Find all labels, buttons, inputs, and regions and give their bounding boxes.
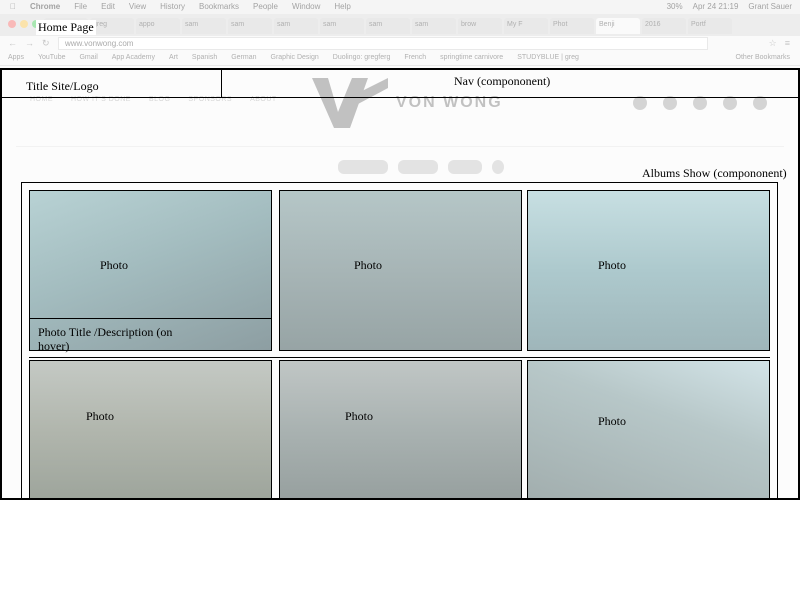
logo-nav-divider [221,68,222,98]
reload-icon[interactable]: ↻ [42,38,50,49]
star-icon[interactable]: ☆ [769,38,777,49]
mac-menu-bar:  Chrome File Edit View History Bookmarks Peop… [0,0,800,14]
status-area: 30% Apr 24 21:19 Grant Sauer [667,2,792,11]
browser-tab[interactable]: sam [412,18,456,34]
mac-menu-item[interactable]: People [253,2,278,11]
browser-tab[interactable]: sam [182,18,226,34]
bookmark-item[interactable]: Spanish [192,54,217,61]
albums-container [21,182,778,500]
browser-tabs: capsgregapposamsamsamsamsamsambrowMy FPh… [44,18,732,34]
bookmark-item[interactable]: Art [169,54,178,61]
page-label: Home Page [36,20,96,35]
browser-tab[interactable]: appo [136,18,180,34]
mac-menu-item[interactable]: Help [334,2,350,11]
back-icon[interactable]: ← [8,38,17,49]
address-bar-row: ← → ↻ www.vonwong.com ☆ ≡ [0,36,800,52]
logo-label: Title Site/Logo [26,79,99,93]
tab-strip: capsgregapposamsamsamsamsamsambrowMy FPh… [0,14,800,36]
bookmark-item[interactable]: YouTube [38,54,66,61]
mac-menu-item[interactable]: File [74,2,87,11]
bookmark-item[interactable]: French [404,54,426,61]
forward-icon[interactable]: → [25,38,34,49]
battery-level: 30% [666,2,683,11]
browser-tab[interactable]: sam [228,18,272,34]
browser-tab[interactable]: sam [320,18,364,34]
browser-tab[interactable]: Benji [596,18,640,34]
close-window-icon[interactable] [8,20,16,28]
bookmark-item[interactable]: Gmail [79,54,97,61]
minimize-window-icon[interactable] [20,20,28,28]
mac-menu-item[interactable]: Edit [101,2,115,11]
browser-tab[interactable]: sam [366,18,410,34]
nav-label: Nav (compоnonent) [454,74,551,88]
bookmark-item[interactable]: Apps [8,54,24,61]
browser-tab[interactable]: Portf [688,18,732,34]
other-bookmarks[interactable]: Other Bookmarks [736,54,790,61]
row-divider [29,357,770,358]
mac-menu-item[interactable]: Chrome [30,2,60,11]
mac-menu-item[interactable]: Bookmarks [199,2,239,11]
clock: Apr 24 21:19 [692,2,739,11]
bookmark-item[interactable]: German [231,54,256,61]
bookmark-item[interactable]: springtime carnivore [440,54,503,61]
mac-menu-items: Chrome File Edit View History Bookmarks People… [30,2,351,11]
bookmark-item[interactable]: Graphic Design [271,54,319,61]
header-bottom-line [0,97,800,98]
menu-icon[interactable]: ≡ [785,38,790,49]
browser-tab[interactable]: brow [458,18,502,34]
browser-tab[interactable]: greg [90,18,134,34]
bookmarks-bar: Apps YouTube Gmail App Academy Art Spanish Ger… [0,52,800,66]
bookmark-item[interactable]: App Academy [112,54,155,61]
browser-tab[interactable]: 2016 [642,18,686,34]
apple-icon[interactable]:  [10,2,16,11]
albums-label: Albums Show (compоnonent) [642,166,787,180]
browser-tab[interactable]: My F [504,18,548,34]
bookmark-item[interactable]: STUDYBLUE | greg [517,54,579,61]
browser-tab[interactable]: Phot [550,18,594,34]
mac-menu-item[interactable]: History [160,2,185,11]
bookmark-list: Apps YouTube Gmail App Academy Art Spanish Ger… [8,54,579,61]
mac-menu-item[interactable]: Window [292,2,320,11]
browser-tab[interactable]: sam [274,18,318,34]
user-name[interactable]: Grant Sauer [748,2,792,11]
url-field[interactable]: www.vonwong.com [58,37,708,50]
mac-menu-item[interactable]: View [129,2,146,11]
bookmark-item[interactable]: Duolingo: gregferg [333,54,391,61]
